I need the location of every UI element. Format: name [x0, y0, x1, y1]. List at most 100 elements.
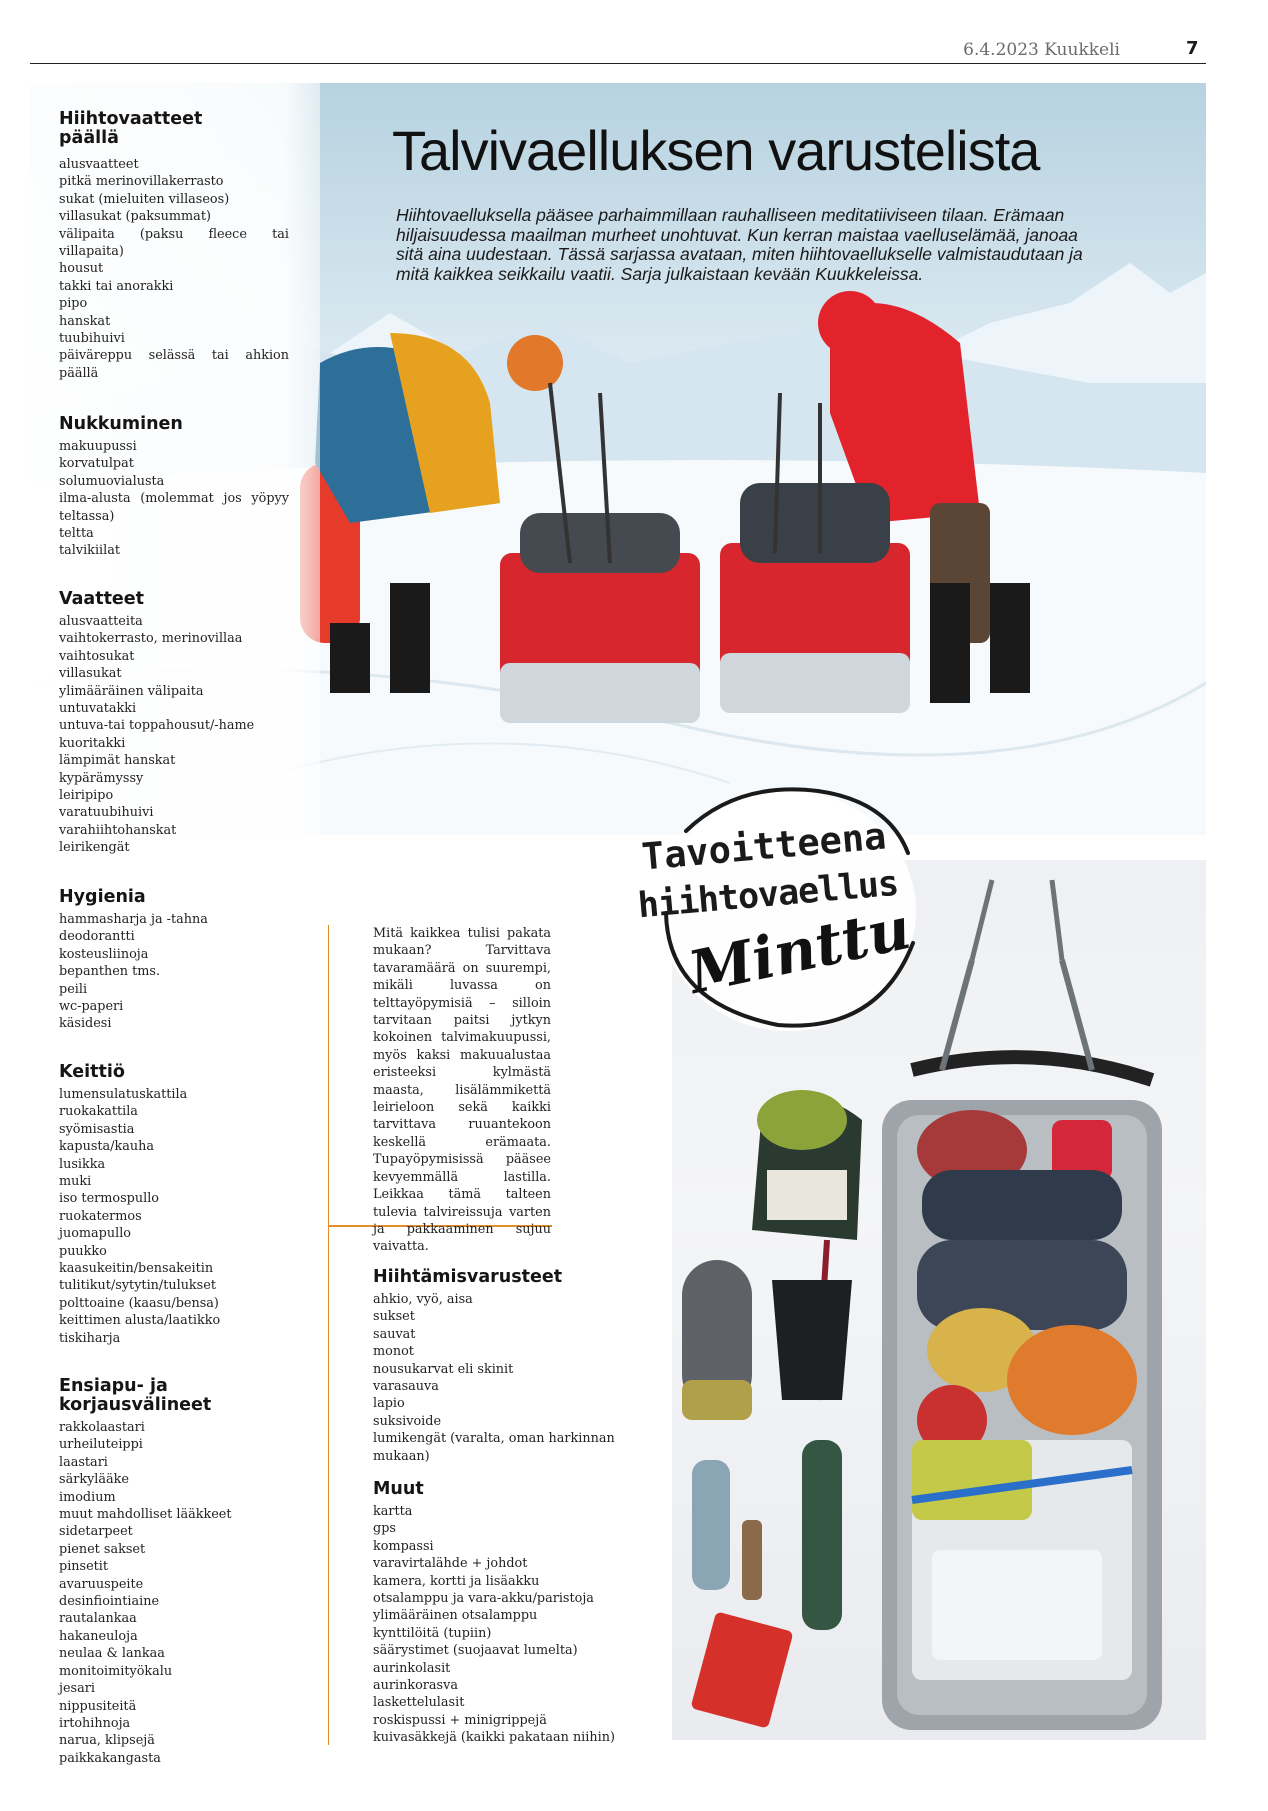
list-item: leirikengät [59, 840, 130, 856]
list-item: kamera, kortti ja lisäakku [373, 1573, 540, 1589]
item-list: alusvaatteet pitkä merinovillakerrasto s… [59, 156, 289, 382]
list-item: monitoimityökalu [59, 1663, 173, 1679]
list-item: laastari [59, 1454, 108, 1470]
list-item: villasukat [59, 666, 122, 682]
list-item: lämpimät hanskat [59, 753, 176, 769]
list-item: hakaneuloja [59, 1628, 138, 1644]
list-item: takki tai anorakki [59, 278, 174, 294]
list-item: varahiihtohanskat [59, 822, 177, 838]
list-item: ylimääräinen otsalamppu [373, 1608, 538, 1624]
list-item: päiväreppu selässä tai ahkion päällä [59, 348, 289, 381]
section-heading: Ensiapu- ja korjausvälineet [59, 1376, 212, 1415]
list-item: solumuovialusta [59, 473, 165, 489]
item-list: hammasharja ja -tahna deodorantti kosteu… [59, 911, 289, 1033]
section-ensiapu: Ensiapu- ja korjausvälineet rakkolaastar… [59, 1377, 309, 1767]
list-item: ylimääräinen välipaita [59, 683, 204, 699]
list-item: lumikengät (varalta, oman harkinnan muka… [373, 1431, 615, 1464]
list-item: ruokakattila [59, 1104, 138, 1120]
list-item: leiripipo [59, 788, 114, 804]
section-nukkuminen: Nukkuminen makuupussi korvatulpat solumu… [59, 415, 289, 560]
list-item: avaruuspeite [59, 1576, 144, 1592]
list-item: gps [373, 1521, 396, 1537]
list-item: untuvatakki [59, 701, 137, 717]
list-item: villasukat (paksummat) [59, 209, 211, 225]
list-item: pitkä merinovillakerrasto [59, 174, 224, 190]
list-item: sukat (mieluiten villaseos) [59, 191, 230, 207]
list-item: kypärämyssy [59, 770, 144, 786]
list-item: bepanthen tms. [59, 964, 161, 980]
list-item: hanskat [59, 313, 111, 329]
list-item: irtohihnoja [59, 1715, 131, 1731]
heading-line-2: päällä [59, 128, 119, 148]
list-item: peili [59, 981, 88, 997]
section-heading: Hiihtovaatteet päällä [59, 110, 289, 148]
list-item: pipo [59, 296, 88, 312]
list-item: otsalamppu ja vara-akku/paristoja [373, 1591, 594, 1607]
list-item: laskettelulasit [373, 1695, 465, 1711]
list-item: deodorantti [59, 929, 135, 945]
series-badge: Tavoitteena hiihtovaellus Minttu [588, 763, 948, 1048]
list-item: lusikka [59, 1156, 106, 1172]
list-item: alusvaatteet [59, 157, 139, 172]
item-list: rakkolaastari urheiluteippi laastari sär… [59, 1419, 309, 1767]
list-item: untuva-tai toppahousut/-hame [59, 718, 255, 734]
list-item: kartta [373, 1504, 413, 1519]
list-item: korvatulpat [59, 456, 134, 472]
list-item: jesari [59, 1681, 95, 1697]
list-item: paikkakangasta [59, 1750, 161, 1766]
list-item: varasauva [373, 1379, 439, 1395]
list-item: kompassi [373, 1538, 434, 1554]
list-item: wc-paperi [59, 999, 124, 1015]
header-date: 6.4.2023 Kuukkeli [963, 40, 1120, 60]
section-heading: Hygienia [59, 887, 146, 907]
list-item: nousukarvat eli skinit [373, 1361, 514, 1377]
section-heading: Muut [373, 1479, 424, 1499]
section-hiihtovaatteet: Hiihtovaatteet päällä alusvaatteet pitkä… [59, 110, 289, 382]
list-item: ilma-alusta (molemmat jos yöpyy teltassa… [59, 491, 289, 524]
header-rule [30, 63, 1206, 64]
list-item: teltta [59, 526, 94, 542]
list-item: lumensulatuskattila [59, 1087, 188, 1102]
list-item: monot [373, 1344, 414, 1360]
list-item: sidetarpeet [59, 1524, 133, 1540]
list-item: narua, klipsejä [59, 1733, 155, 1749]
list-item: kuivasäkkejä (kaikki pakataan niihin) [373, 1730, 615, 1746]
list-item: nippusiteitä [59, 1698, 137, 1714]
section-hiihtamisvarusteet: Hiihtämisvarusteet ahkio, vyö, aisa suks… [373, 1268, 673, 1465]
list-item: välipaita (paksu fleece tai villapaita) [59, 226, 289, 260]
list-item: säärystimet (suojaavat lumelta) [373, 1643, 578, 1659]
list-item: talvikiilat [59, 543, 120, 559]
list-item: aurinkorasva [373, 1678, 458, 1694]
list-item: urheiluteippi [59, 1437, 143, 1453]
list-item: muut mahdolliset lääkkeet [59, 1507, 232, 1523]
list-item: puukko [59, 1243, 107, 1259]
heading-line-1: Hiihtovaatteet [59, 109, 203, 129]
list-item: rautalankaa [59, 1611, 137, 1627]
list-item: särkylääke [59, 1472, 129, 1488]
section-vaatteet: Vaatteet alusvaatteita vaihtokerrasto, m… [59, 590, 289, 857]
list-item: housut [59, 261, 104, 277]
list-item: alusvaatteita [59, 614, 143, 629]
section-muut: Muut kartta gps kompassi varavirtalähde … [373, 1480, 673, 1747]
section-heading: Nukkuminen [59, 414, 183, 434]
list-item: vaihtokerrasto, merinovillaa [59, 631, 243, 647]
list-item: pienet sakset [59, 1541, 146, 1557]
list-item: suksivoide [373, 1413, 442, 1429]
list-item: varavirtalähde + johdot [373, 1556, 528, 1572]
list-item: kuoritakki [59, 735, 126, 751]
list-item: käsidesi [59, 1016, 112, 1032]
list-item: polttoaine (kaasu/bensa) [59, 1295, 219, 1311]
section-heading: Hiihtämisvarusteet [373, 1267, 563, 1287]
list-item: tuubihuivi [59, 331, 125, 347]
article-lede: Hiihtovaelluksella pääsee parhaimmillaan… [396, 205, 1083, 284]
list-item: iso termospullo [59, 1191, 159, 1207]
list-item: hammasharja ja -tahna [59, 912, 208, 927]
list-item: syömisastia [59, 1121, 135, 1137]
item-list: ahkio, vyö, aisa sukset sauvat monot nou… [373, 1291, 673, 1465]
list-item: pinsetit [59, 1559, 109, 1575]
list-item: makuupussi [59, 439, 137, 454]
list-item: roskispussi + minigrippejä [373, 1712, 547, 1728]
item-list: lumensulatuskattila ruokakattila syömisa… [59, 1086, 289, 1347]
section-keittio: Keittiö lumensulatuskattila ruokakattila… [59, 1063, 289, 1347]
list-item: kaasukeitin/bensakeitin [59, 1261, 214, 1277]
